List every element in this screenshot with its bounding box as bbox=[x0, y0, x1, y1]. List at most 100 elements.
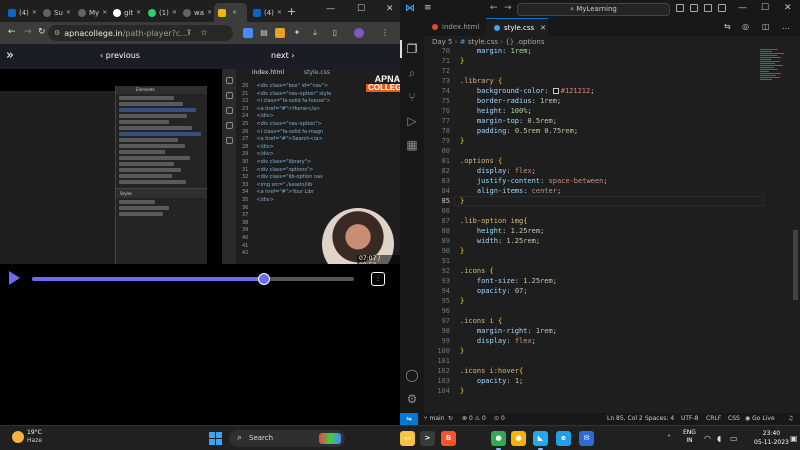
vscode-icon[interactable]: ◣ bbox=[533, 431, 548, 450]
vscode-maximize-icon[interactable]: ☐ bbox=[761, 3, 769, 13]
explorer-icon[interactable]: ❐ bbox=[405, 42, 419, 56]
seek-bar[interactable] bbox=[32, 273, 354, 285]
browser-menu-icon[interactable]: ⋮ bbox=[380, 28, 390, 38]
battery-icon[interactable]: ▭ bbox=[730, 434, 738, 443]
source-control-icon[interactable]: ⑂ bbox=[405, 90, 419, 104]
extension-amber-icon[interactable] bbox=[275, 28, 285, 38]
color-swatch[interactable] bbox=[552, 88, 559, 94]
sync-icon[interactable]: ↻ bbox=[448, 413, 453, 425]
cursor-position[interactable]: Ln 85, Col 2 bbox=[607, 413, 643, 425]
manage-gear-icon[interactable]: ⚙ bbox=[405, 392, 419, 406]
notifications-bell-icon[interactable]: ♫ bbox=[788, 413, 793, 425]
play-icon[interactable] bbox=[9, 271, 20, 285]
profile-avatar[interactable] bbox=[354, 28, 364, 38]
seek-handle[interactable] bbox=[257, 273, 270, 285]
share-icon[interactable]: ⇪ bbox=[184, 28, 194, 38]
brave-icon[interactable]: B bbox=[441, 431, 456, 446]
maximize-icon[interactable]: ☐ bbox=[357, 4, 365, 14]
hamburger-icon[interactable]: ≡ bbox=[424, 3, 432, 13]
end-of-line[interactable]: CRLF bbox=[706, 413, 721, 425]
reload-icon[interactable]: ↻ bbox=[38, 27, 46, 37]
tab-search-icon[interactable]: ▤ bbox=[259, 28, 269, 38]
breadcrumb-file[interactable]: style.css bbox=[468, 38, 498, 46]
toggle-secondary-sidebar-icon[interactable] bbox=[704, 4, 712, 12]
browser-tab[interactable]: (4) ✕ bbox=[4, 3, 37, 22]
taskbar-search[interactable]: ⌕ Search bbox=[229, 430, 345, 447]
forward-icon[interactable]: → bbox=[24, 27, 32, 37]
input-language[interactable]: ENG IN bbox=[683, 429, 696, 445]
chrome-icon[interactable]: ● bbox=[491, 431, 506, 450]
tab-close-icon[interactable]: ✕ bbox=[232, 9, 237, 16]
video-frame[interactable]: Elements Styles index.html style.css 20 … bbox=[0, 69, 400, 264]
edge-icon[interactable]: e bbox=[556, 431, 571, 446]
more-actions-icon[interactable]: … bbox=[782, 22, 790, 31]
next-lesson-button[interactable]: next › bbox=[271, 51, 294, 60]
site-info-icon[interactable]: ⚙ bbox=[54, 29, 60, 37]
show-hidden-icons-icon[interactable]: ˄ bbox=[667, 434, 671, 443]
browser-tab[interactable]: (1) ✕ bbox=[144, 3, 177, 22]
toggle-panel-icon[interactable] bbox=[690, 4, 698, 12]
previous-lesson-button[interactable]: ‹ previous bbox=[100, 51, 140, 60]
extensions-icon[interactable]: ▦ bbox=[405, 138, 419, 152]
start-windows-icon[interactable] bbox=[209, 432, 222, 445]
mail-icon[interactable]: ✉ bbox=[579, 431, 594, 446]
volume-icon[interactable]: ◖ bbox=[717, 434, 721, 443]
tab-close-icon[interactable]: ✕ bbox=[277, 9, 282, 16]
tab-close-icon[interactable]: ✕ bbox=[66, 9, 71, 16]
command-center-search[interactable]: ⌕ MyLearning bbox=[517, 3, 670, 16]
browser-tab[interactable]: (4) ✕ bbox=[249, 3, 282, 22]
editor-scrollbar[interactable] bbox=[793, 230, 798, 300]
tab-close-icon[interactable]: ✕ bbox=[207, 9, 212, 16]
accounts-icon[interactable]: ◯ bbox=[405, 368, 419, 382]
bookmark-star-icon[interactable]: ☆ bbox=[199, 28, 209, 38]
info-status[interactable]: ⊙ 0 bbox=[494, 413, 505, 425]
run-debug-icon[interactable]: ▷ bbox=[405, 114, 419, 128]
tab-close-icon[interactable]: ✕ bbox=[136, 9, 141, 16]
editor-tab-close-icon[interactable]: ✕ bbox=[540, 24, 546, 32]
go-live-button[interactable]: ◉ Go Live bbox=[745, 413, 775, 425]
new-tab-icon[interactable]: + bbox=[287, 5, 296, 18]
toggle-primary-sidebar-icon[interactable] bbox=[676, 4, 684, 12]
tab-close-icon[interactable]: ✕ bbox=[102, 9, 107, 16]
close-icon[interactable]: ✕ bbox=[386, 4, 394, 14]
indentation[interactable]: Spaces: 4 bbox=[645, 413, 674, 425]
breadcrumb-symbol[interactable]: .options bbox=[516, 38, 544, 46]
tab-close-icon[interactable]: ✕ bbox=[32, 9, 37, 16]
problems-status[interactable]: ⊗ 0 ⚠ 0 bbox=[462, 413, 486, 425]
wifi-icon[interactable]: ◠ bbox=[704, 434, 711, 443]
side-panel-icon[interactable]: ▯ bbox=[330, 28, 340, 38]
editor-tab[interactable]: style.css ✕ bbox=[486, 18, 548, 36]
browser-tab[interactable]: Su ✕ bbox=[39, 3, 72, 22]
browser-tab[interactable]: ✕ bbox=[214, 3, 247, 22]
search-icon[interactable]: ⌕ bbox=[405, 66, 419, 80]
vscode-minimize-icon[interactable]: — bbox=[738, 3, 747, 13]
compare-icon[interactable]: ⇆ bbox=[724, 22, 731, 31]
back-icon[interactable]: ← bbox=[8, 27, 16, 37]
minimize-icon[interactable]: — bbox=[326, 4, 335, 14]
remote-indicator-icon[interactable]: ⇋ bbox=[400, 413, 418, 425]
nav-back-icon[interactable]: ← bbox=[490, 3, 498, 13]
browser-tab[interactable]: git ✕ bbox=[109, 3, 142, 22]
nav-forward-icon[interactable]: → bbox=[504, 3, 512, 13]
vscode-close-icon[interactable]: ✕ bbox=[784, 3, 792, 13]
terminal-icon[interactable]: > bbox=[420, 431, 435, 446]
chrome-canary-icon[interactable]: ● bbox=[511, 431, 526, 446]
language-mode[interactable]: CSS bbox=[728, 413, 740, 425]
notification-center-icon[interactable]: ▣ bbox=[790, 434, 798, 443]
browser-tab[interactable]: My ✕ bbox=[74, 3, 107, 22]
clock[interactable]: 23:40 05-11-2023 bbox=[754, 429, 789, 447]
breadcrumb-folder[interactable]: Day 5 bbox=[432, 38, 453, 46]
tab-close-icon[interactable]: ✕ bbox=[172, 9, 177, 16]
split-editor-icon[interactable]: ◫ bbox=[762, 22, 770, 31]
branch-status[interactable]: ⑂ main bbox=[424, 413, 445, 425]
editor-tab[interactable]: index.html bbox=[424, 18, 486, 36]
collapse-sidebar-icon[interactable]: » bbox=[6, 48, 14, 63]
extension-blue-icon[interactable] bbox=[243, 28, 253, 38]
go-live-preview-icon[interactable]: ◎ bbox=[742, 22, 749, 31]
download-icon[interactable]: ⤓ bbox=[310, 28, 320, 38]
encoding[interactable]: UTF-8 bbox=[681, 413, 699, 425]
minimap[interactable] bbox=[760, 48, 790, 108]
file-explorer-icon[interactable]: ▭ bbox=[400, 431, 415, 446]
extensions-puzzle-icon[interactable]: ✦ bbox=[292, 28, 302, 38]
customize-layout-icon[interactable] bbox=[718, 4, 726, 12]
